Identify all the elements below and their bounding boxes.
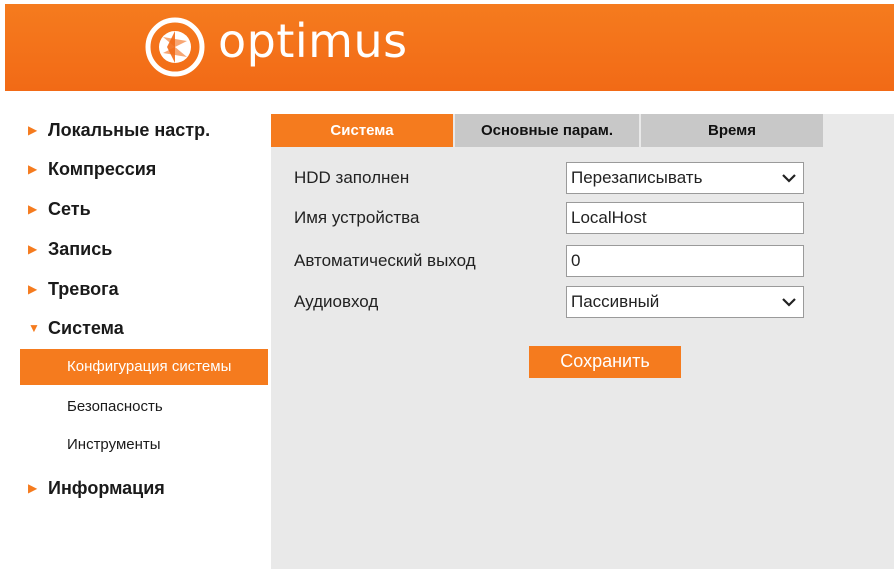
auto-logout-label: Автоматический выход <box>294 251 476 270</box>
sidebar-subitem-system-config[interactable]: Конфигурация системы <box>20 349 268 385</box>
sidebar-subitem-label: Конфигурация системы <box>67 358 232 375</box>
sidebar-item-label: Локальные настр. <box>48 120 211 140</box>
triangle-right-icon: ▶ <box>28 282 38 296</box>
audio-in-value: Пассивный <box>571 292 660 311</box>
triangle-down-icon: ▼ <box>28 321 40 335</box>
auto-logout-input[interactable]: 0 <box>566 245 804 277</box>
triangle-right-icon: ▶ <box>28 202 38 216</box>
sidebar-item-compression[interactable]: ▶ Компрессия <box>20 154 156 184</box>
sidebar-item-alarm[interactable]: ▶ Тревога <box>20 274 119 304</box>
sidebar-item-label: Запись <box>48 239 113 259</box>
hdd-full-label: HDD заполнен <box>294 168 410 187</box>
hdd-full-value: Перезаписывать <box>571 168 703 187</box>
sidebar-subitem-security[interactable]: Безопасность <box>20 392 268 422</box>
sidebar-item-system[interactable]: ▼ Система <box>20 313 124 343</box>
audio-in-select[interactable]: Пассивный <box>566 286 804 318</box>
sidebar-subitem-label: Инструменты <box>67 436 161 453</box>
sidebar-item-label: Сеть <box>48 199 91 219</box>
chevron-down-icon <box>782 174 796 183</box>
brand-logo-text: optimus <box>218 14 408 68</box>
tab-time[interactable]: Время <box>641 114 823 147</box>
sidebar-subitem-tools[interactable]: Инструменты <box>20 430 268 460</box>
triangle-right-icon: ▶ <box>28 481 38 495</box>
triangle-right-icon: ▶ <box>28 123 38 137</box>
sidebar-subitem-label: Безопасность <box>67 398 163 415</box>
tab-system[interactable]: Система <box>271 114 453 147</box>
optimus-logo-icon <box>145 17 205 77</box>
save-button[interactable]: Сохранить <box>529 346 681 378</box>
device-name-input[interactable]: LocalHost <box>566 202 804 234</box>
sidebar-item-label: Система <box>48 318 124 338</box>
settings-panel: Система Основные парам. Время HDD заполн… <box>271 114 894 569</box>
audio-in-label: Аудиовход <box>294 292 379 311</box>
device-name-label: Имя устройства <box>294 208 420 227</box>
chevron-down-icon <box>782 298 796 307</box>
hdd-full-select[interactable]: Перезаписывать <box>566 162 804 194</box>
sidebar-item-network[interactable]: ▶ Сеть <box>20 194 91 224</box>
triangle-right-icon: ▶ <box>28 242 38 256</box>
triangle-right-icon: ▶ <box>28 162 38 176</box>
sidebar-item-label: Информация <box>48 478 165 498</box>
header-bar: optimus <box>5 4 894 91</box>
sidebar-item-label: Компрессия <box>48 159 157 179</box>
sidebar-item-local-settings[interactable]: ▶ Локальные настр. <box>20 115 210 145</box>
tab-basic-params[interactable]: Основные парам. <box>455 114 639 147</box>
sidebar-item-record[interactable]: ▶ Запись <box>20 234 112 264</box>
sidebar-item-information[interactable]: ▶ Информация <box>20 473 165 503</box>
sidebar-item-label: Тревога <box>48 279 119 299</box>
